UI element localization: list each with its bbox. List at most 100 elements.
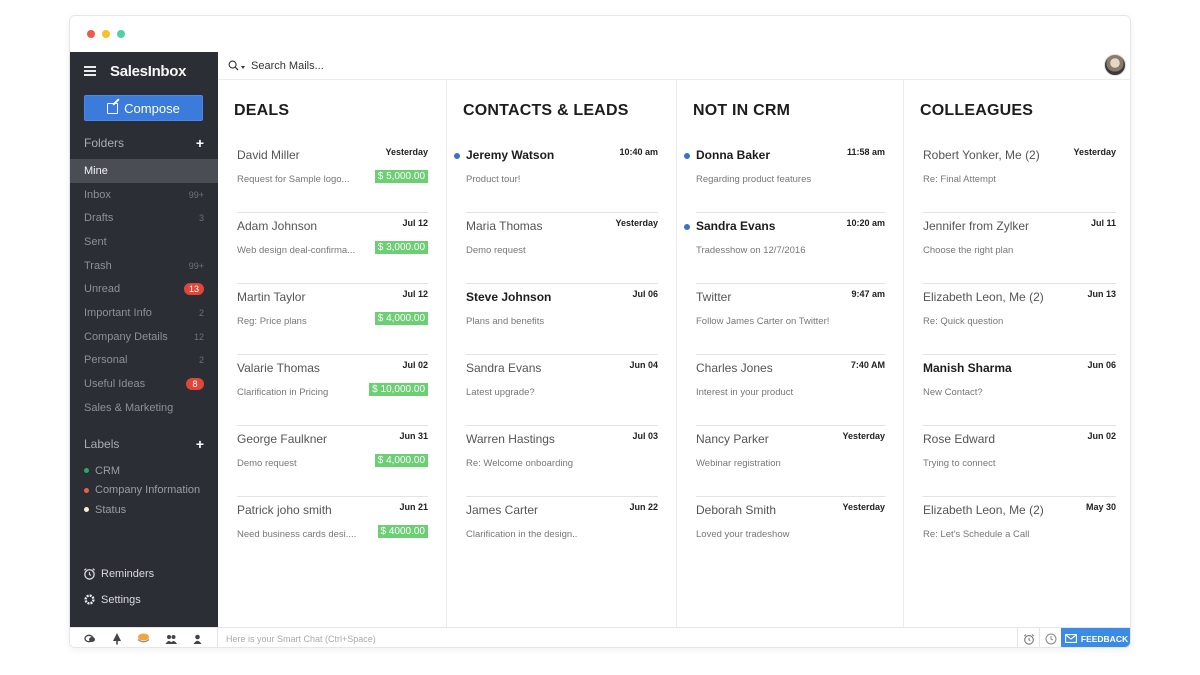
alarm-icon[interactable]	[1017, 628, 1039, 647]
sidebar-folder-item[interactable]: Useful Ideas 8	[70, 372, 218, 396]
sidebar-folder-item[interactable]: Mine	[70, 159, 218, 183]
menu-icon[interactable]	[84, 66, 96, 76]
mail-list: David Miller Yesterday Request for Sample …	[237, 142, 428, 568]
unread-count-badge: 13	[183, 283, 204, 296]
sender-name: Warren Hastings	[466, 432, 555, 446]
mail-time: Yesterday	[615, 218, 658, 228]
sidebar-folder-item[interactable]: Inbox 99+	[70, 183, 218, 207]
folders-header: Folders +	[84, 135, 204, 151]
mail-item[interactable]: Sandra Evans 10:20 am Tradesshow on 12/7/2…	[684, 213, 885, 284]
mail-item[interactable]: Elizabeth Leon, Me (2) Jun 13 Re: Quick qu…	[923, 284, 1116, 355]
sidebar-folder-item[interactable]: Trash 99+	[70, 254, 218, 278]
compose-label: Compose	[124, 100, 180, 116]
mail-item[interactable]: Deborah Smith Yesterday Loved your tradesh…	[696, 497, 885, 568]
mail-item[interactable]: George Faulkner Jun 31 Demo request $ 4,000…	[237, 426, 428, 497]
deal-amount-badge: $ 10,000.00	[369, 383, 428, 396]
compose-button[interactable]: Compose	[84, 95, 203, 121]
sidebar-folder-item[interactable]: Company Details 12	[70, 325, 218, 349]
contacts-icon[interactable]	[164, 632, 178, 646]
sidebar-folder-item[interactable]: Unread 13	[70, 277, 218, 301]
sidebar-folder-item[interactable]: Drafts 3	[70, 206, 218, 230]
minimize-window-button[interactable]	[102, 30, 110, 38]
sender-name: Patrick joho smith	[237, 503, 332, 517]
chat-bubbles-icon[interactable]	[83, 632, 97, 646]
label-color-dot	[84, 507, 89, 513]
sidebar-folder-item[interactable]: Personal 2	[70, 349, 218, 373]
user-icon[interactable]	[191, 632, 205, 646]
mail-item[interactable]: Twitter 9:47 am Follow James Carter on Twi…	[696, 284, 885, 355]
sidebar-folder-item[interactable]: Sent	[70, 230, 218, 254]
sidebar-folder-item[interactable]: Sales & Marketing	[70, 396, 218, 420]
mail-item[interactable]: Robert Yonker, Me (2) Yesterday Re: Final …	[923, 142, 1116, 213]
deal-amount-badge: $ 4,000.00	[374, 312, 428, 325]
add-folder-icon[interactable]: +	[196, 135, 204, 151]
column-title: NOT IN CRM	[693, 102, 791, 119]
mail-time: Yesterday	[842, 502, 885, 512]
mail-item[interactable]: David Miller Yesterday Request for Sample …	[237, 142, 428, 213]
tree-icon[interactable]	[110, 632, 124, 646]
mail-item[interactable]: Rose Edward Jun 02 Trying to connect	[923, 426, 1116, 497]
folder-label: Mine	[84, 164, 108, 177]
mail-subject: Loved your tradeshow	[696, 529, 790, 540]
mail-item[interactable]: Valarie Thomas Jul 02 Clarification in Pri…	[237, 355, 428, 426]
reminders-link[interactable]: Reminders	[83, 567, 154, 580]
label-color-dot	[84, 487, 89, 493]
search-bar	[218, 52, 1130, 80]
mail-subject: Clarification in Pricing	[237, 387, 329, 398]
sidebar-folder-item[interactable]: Important Info 2	[70, 301, 218, 325]
mail-time: 10:40 am	[619, 147, 658, 157]
mail-item[interactable]: Patrick joho smith Jun 21 Need business ca…	[237, 497, 428, 568]
clock-icon[interactable]	[1039, 628, 1061, 647]
sidebar-label-item[interactable]: Status	[84, 500, 200, 520]
mail-item[interactable]: Nancy Parker Yesterday Webinar registratio…	[696, 426, 885, 497]
folder-label: Inbox	[84, 188, 111, 201]
mail-item[interactable]: Manish Sharma Jun 06 New Contact?	[923, 355, 1116, 426]
add-label-icon[interactable]: +	[196, 436, 204, 452]
maximize-window-button[interactable]	[117, 30, 125, 38]
label-name: CRM	[95, 464, 121, 477]
mail-subject: Plans and benefits	[466, 316, 545, 327]
mail-item[interactable]: Maria Thomas Yesterday Demo request	[466, 213, 658, 284]
mail-icon	[1064, 634, 1077, 643]
mail-item[interactable]: James Carter Jun 22 Clarification in the d…	[466, 497, 658, 568]
smart-chat-input[interactable]: Here is your Smart Chat (Ctrl+Space)	[218, 634, 1017, 644]
mail-time: May 30	[1085, 502, 1116, 512]
mail-item[interactable]: Martin Taylor Jul 12 Reg: Price plans $ 4,0…	[237, 284, 428, 355]
column-deals: DEALS David Miller Yesterday Request for Sa…	[218, 80, 447, 627]
folder-label: Important Info	[84, 306, 152, 319]
folder-label: Sales & Marketing	[84, 401, 174, 414]
feedback-button[interactable]: FEEDBACK	[1061, 628, 1130, 647]
mail-subject: Re: Quick question	[923, 316, 1004, 327]
unread-count-badge: 8	[186, 378, 204, 391]
mail-subject: Need business cards desi....	[237, 529, 357, 540]
mail-item[interactable]: Steve Johnson Jul 06 Plans and benefits	[466, 284, 658, 355]
sender-name: Adam Johnson	[237, 219, 318, 233]
feedback-label: FEEDBACK	[1080, 633, 1129, 644]
mail-item[interactable]: Sandra Evans Jun 04 Latest upgrade?	[466, 355, 658, 426]
mail-item[interactable]: Adam Johnson Jul 12 Web design deal-confir…	[237, 213, 428, 284]
mail-item[interactable]: Elizabeth Leon, Me (2) May 30 Re: Let's Sc…	[923, 497, 1116, 568]
mail-item[interactable]: Charles Jones 7:40 AM Interest in your pro…	[696, 355, 885, 426]
mail-item[interactable]: Warren Hastings Jul 03 Re: Welcome onboard…	[466, 426, 658, 497]
search-options-dropdown[interactable]	[241, 66, 245, 69]
sidebar-label-item[interactable]: Company Information	[84, 481, 200, 501]
search-input[interactable]	[251, 59, 551, 72]
settings-link[interactable]: Settings	[83, 593, 141, 606]
user-avatar[interactable]	[1104, 54, 1126, 76]
sender-name: Sandra Evans	[466, 361, 542, 375]
mail-time: Jun 02	[1087, 431, 1116, 441]
mail-item[interactable]: Jeremy Watson 10:40 am Product tour!	[454, 142, 658, 213]
folder-count: 2	[198, 355, 204, 366]
sidebar-label-item[interactable]: CRM	[84, 461, 200, 481]
mail-item[interactable]: Donna Baker 11:58 am Regarding product fea…	[684, 142, 885, 213]
search-icon[interactable]	[228, 60, 239, 71]
deal-amount-badge: $ 5,000.00	[374, 170, 428, 183]
close-window-button[interactable]	[87, 30, 95, 38]
mail-subject: Re: Welcome onboarding	[466, 458, 574, 469]
folder-count: 12	[193, 331, 204, 342]
coffee-cup-icon[interactable]	[137, 632, 151, 646]
bottom-right-actions: FEEDBACK	[1017, 628, 1130, 647]
mail-item[interactable]: Jennifer from Zylker Jul 11 Choose the rig…	[923, 213, 1116, 284]
mail-time: Yesterday	[385, 147, 428, 157]
mail-subject: New Contact?	[923, 387, 983, 398]
